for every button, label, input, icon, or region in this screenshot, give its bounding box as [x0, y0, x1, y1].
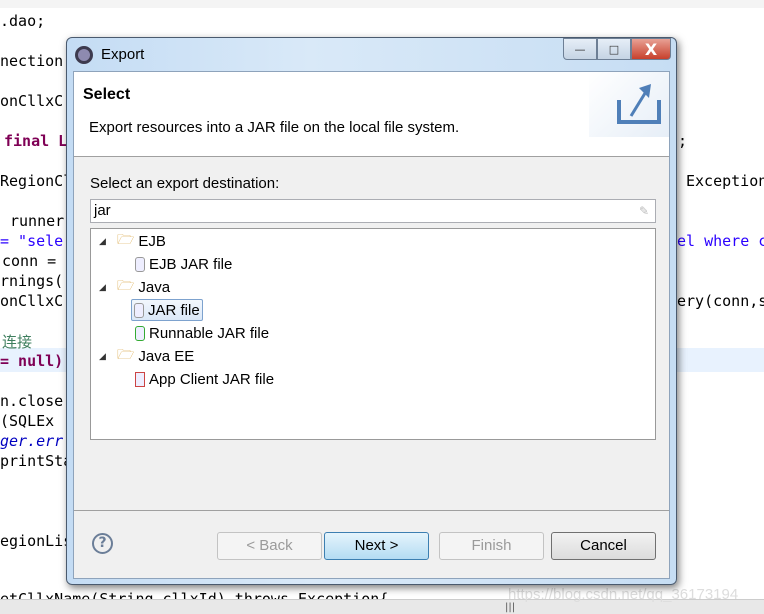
expand-arrow-icon[interactable]: ◢	[99, 351, 113, 362]
minimize-button[interactable]: —	[563, 38, 597, 60]
item-label: Runnable JAR file	[149, 324, 270, 342]
code-line: el where c	[677, 232, 764, 250]
tree-item-jar-file[interactable]: JAR file	[131, 299, 203, 321]
clear-filter-icon[interactable]: ✎	[639, 204, 649, 218]
export-icon	[589, 72, 669, 137]
code-line: ery(conn,s	[677, 292, 764, 310]
expand-arrow-icon[interactable]: ◢	[99, 236, 113, 247]
tree-node-ejb[interactable]: ◢ 🗁 EJB	[99, 230, 166, 252]
node-label: Java	[138, 278, 171, 296]
folder-icon: 🗁	[117, 277, 135, 293]
code-line: ger.err	[0, 432, 64, 450]
tree-node-java[interactable]: ◢ 🗁 Java	[99, 276, 170, 298]
cancel-button[interactable]: Cancel	[551, 532, 656, 560]
code-line: 连接	[2, 333, 33, 351]
tree-item-runnable-jar[interactable]: Runnable JAR file	[135, 322, 269, 344]
item-label: App Client JAR file	[149, 370, 275, 388]
filter-input[interactable]: jar ✎	[90, 199, 656, 223]
item-label: EJB JAR file	[149, 255, 233, 273]
page-description: Export resources into a JAR file on the …	[89, 119, 460, 136]
code-line: printSta	[0, 452, 73, 470]
tree-item-app-client-jar[interactable]: App Client JAR file	[135, 368, 274, 390]
export-dialog: Export — □ X Select Export resources int…	[66, 37, 677, 585]
code-line: (SQLEx	[0, 412, 55, 430]
scroll-grip-icon: |||	[505, 602, 516, 613]
divider	[74, 510, 669, 511]
code-line: final L	[4, 132, 68, 150]
code-line: RegionCl	[0, 172, 73, 190]
code-line: egionLis	[0, 532, 73, 550]
code-line: runner	[10, 212, 65, 230]
jar-icon	[135, 256, 145, 272]
watermark: https://blog.csdn.net/qq_36173194	[508, 586, 739, 603]
code-line: ;	[678, 132, 688, 150]
app-client-icon	[135, 371, 145, 387]
finish-button[interactable]: Finish	[439, 532, 544, 560]
folder-icon: 🗁	[117, 231, 135, 247]
code-line: rnings(	[0, 272, 64, 290]
help-icon[interactable]: ?	[92, 533, 113, 554]
destination-label: Select an export destination:	[90, 175, 280, 192]
item-label: JAR file	[148, 301, 200, 319]
node-label: EJB	[138, 232, 166, 250]
dialog-title: Export	[101, 46, 145, 63]
expand-arrow-icon[interactable]: ◢	[99, 282, 113, 293]
code-line: onCllxC	[0, 92, 64, 110]
filter-value: jar	[94, 202, 111, 219]
code-line: = null)	[0, 352, 64, 370]
folder-icon: 🗁	[117, 346, 135, 362]
page-title: Select	[83, 86, 131, 103]
back-button[interactable]: < Back	[217, 532, 322, 560]
jar-icon	[134, 302, 144, 318]
code-line: .dao;	[0, 12, 46, 30]
runnable-jar-icon	[135, 325, 145, 341]
maximize-button[interactable]: □	[597, 38, 631, 60]
wizard-header: Select Export resources into a JAR file …	[74, 72, 669, 157]
code-line: onCllxC	[0, 292, 64, 310]
eclipse-icon	[75, 46, 93, 64]
code-line: n.close	[0, 392, 64, 410]
destination-tree[interactable]: ◢ 🗁 EJB EJB JAR file ◢ 🗁 Java JAR file Runna…	[90, 228, 656, 440]
code-line: conn =	[2, 252, 57, 270]
code-line: nection	[0, 52, 64, 70]
code-line: = "sele	[0, 232, 64, 250]
node-label: Java EE	[138, 347, 195, 365]
editor-tab-bar	[0, 0, 764, 8]
close-button[interactable]: X	[631, 38, 671, 60]
tree-item-ejb-jar[interactable]: EJB JAR file	[135, 253, 232, 275]
tree-node-java-ee[interactable]: ◢ 🗁 Java EE	[99, 345, 194, 367]
next-button[interactable]: Next >	[324, 532, 429, 560]
code-line: Exception	[686, 172, 764, 190]
